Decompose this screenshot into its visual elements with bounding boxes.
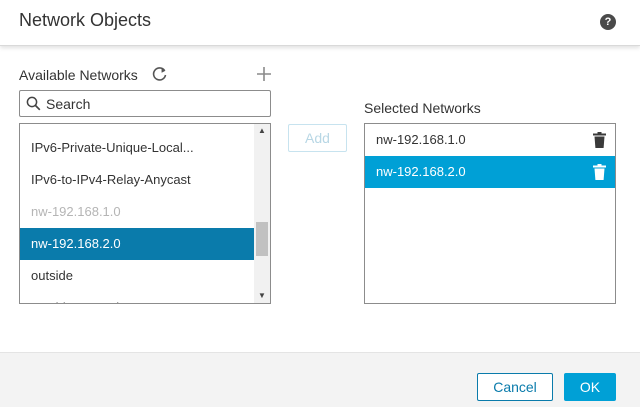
list-item-nw-192-168-2-0[interactable]: nw-192.168.2.0 — [20, 228, 254, 260]
list-item-ipv6-private-unique-local[interactable]: IPv6-Private-Unique-Local... — [20, 132, 254, 164]
available-networks-label: Available Networks — [19, 67, 138, 83]
dialog-header: Network Objects ? — [0, 0, 640, 46]
available-networks-list[interactable]: IPv6-Private-Unique-Local... IPv6-to-IPv… — [19, 123, 271, 304]
selected-item-label: nw-192.168.1.0 — [376, 132, 466, 147]
list-item-outside-network[interactable]: outside-network — [20, 292, 254, 303]
selected-item-nw-192-168-2-0[interactable]: nw-192.168.2.0 — [365, 156, 615, 188]
scroll-up-arrow[interactable]: ▲ — [254, 124, 270, 138]
dialog-footer: Cancel OK — [0, 352, 640, 407]
help-icon[interactable]: ? — [600, 14, 616, 30]
selected-networks-label: Selected Networks — [364, 100, 481, 116]
cancel-button[interactable]: Cancel — [477, 373, 553, 401]
refresh-icon[interactable] — [152, 66, 168, 82]
search-box[interactable] — [19, 90, 271, 117]
scroll-thumb[interactable] — [256, 222, 268, 256]
selected-networks-list[interactable]: nw-192.168.1.0 nw-192.168.2.0 — [364, 123, 616, 304]
list-scrollbar[interactable]: ▲ ▼ — [254, 124, 270, 303]
ok-button[interactable]: OK — [564, 373, 616, 401]
list-item-outside[interactable]: outside — [20, 260, 254, 292]
list-item-ipv6-to-ipv4-relay-anycast[interactable]: IPv6-to-IPv4-Relay-Anycast — [20, 164, 254, 196]
list-item-nw-192-168-1-0: nw-192.168.1.0 — [31, 204, 121, 219]
search-icon — [26, 96, 41, 111]
trash-icon[interactable] — [593, 164, 606, 180]
network-objects-dialog: Network Objects ? Available Networks IPv… — [0, 0, 640, 407]
plus-icon[interactable] — [256, 66, 272, 82]
dialog-title: Network Objects — [19, 10, 152, 30]
search-input[interactable] — [46, 93, 266, 114]
scroll-down-arrow[interactable]: ▼ — [254, 289, 270, 303]
trash-icon[interactable] — [593, 132, 606, 148]
selected-item-label: nw-192.168.2.0 — [376, 164, 466, 179]
selected-item-nw-192-168-1-0[interactable]: nw-192.168.1.0 — [365, 124, 615, 156]
add-button[interactable]: Add — [288, 124, 347, 152]
